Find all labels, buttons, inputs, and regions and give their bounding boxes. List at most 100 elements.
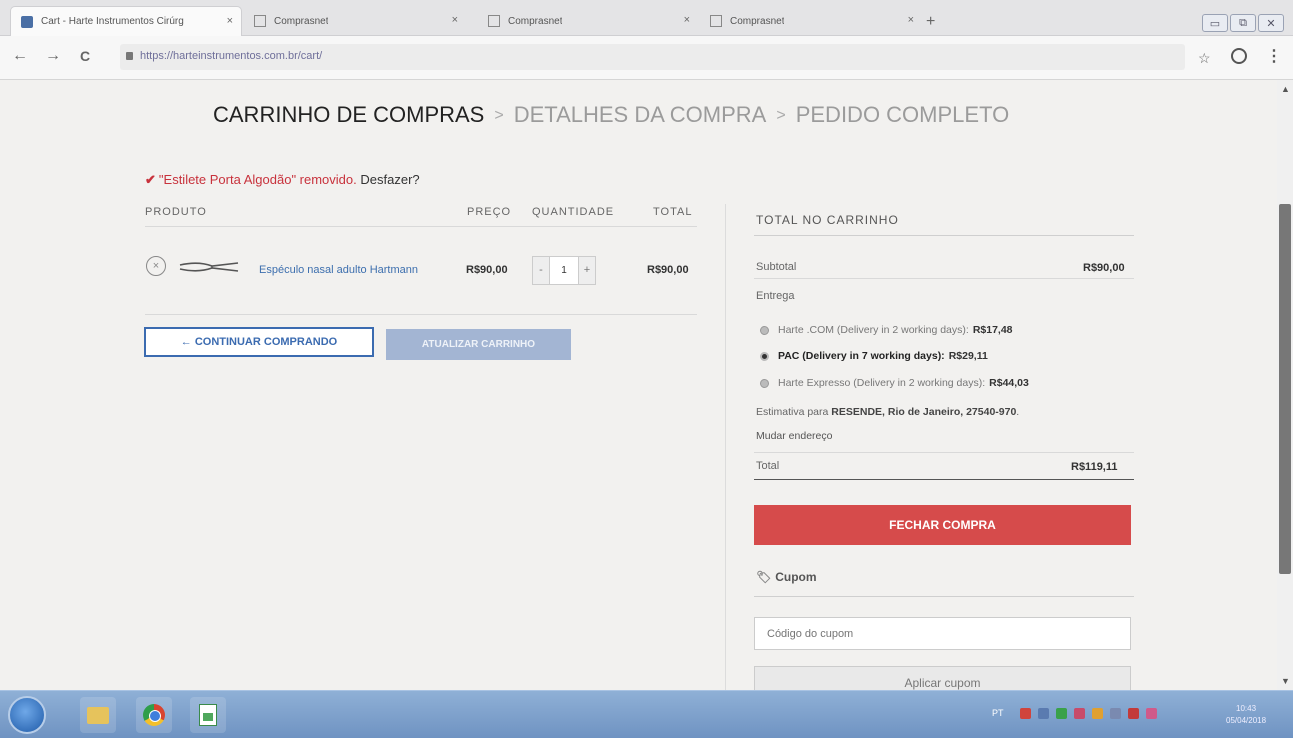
qty-decrement-button[interactable]: - <box>533 257 549 284</box>
tab-comprasnet-3[interactable]: Comprasnet × <box>700 6 922 36</box>
quantity-stepper: - + <box>532 256 596 285</box>
shipping-option[interactable]: Harte Expresso (Delivery in 2 working da… <box>760 377 1029 389</box>
site-favicon-icon <box>21 15 33 28</box>
close-window-button[interactable]: ✕ <box>1258 14 1284 32</box>
estimate-prefix: Estimativa para <box>756 406 829 418</box>
minimize-button[interactable]: ▭ <box>1202 14 1228 32</box>
remove-item-icon[interactable]: × <box>146 256 166 276</box>
change-address-link[interactable]: Mudar endereço <box>756 430 832 442</box>
estimate-suffix: . <box>1016 406 1020 418</box>
cart-totals-title: TOTAL NO CARRINHO <box>756 213 899 227</box>
step-separator-icon: > <box>494 107 504 124</box>
back-button[interactable]: ← <box>12 48 28 64</box>
tray-icon[interactable] <box>1128 708 1139 719</box>
qty-increment-button[interactable]: + <box>579 257 595 284</box>
browser-tab-strip: Cart - Harte Instrumentos Cirúrg × Compr… <box>0 0 1293 36</box>
tab-comprasnet-2[interactable]: Comprasnet × <box>478 6 698 36</box>
undo-link[interactable]: Desfazer? <box>360 172 419 187</box>
radio-button-checked[interactable] <box>760 351 769 361</box>
tray-icon[interactable] <box>1092 708 1103 719</box>
chrome-icon <box>143 704 165 726</box>
address-bar[interactable]: https://harteinstrumentos.com.br/cart/ <box>120 44 1185 70</box>
coupon-divider <box>754 596 1134 597</box>
tab-close-icon[interactable]: × <box>452 14 458 26</box>
tray-icon[interactable] <box>1146 708 1157 719</box>
checkout-button[interactable]: FECHAR COMPRA <box>754 505 1131 545</box>
browser-menu-icon[interactable]: ⋮ <box>1266 46 1282 66</box>
step-details[interactable]: DETALHES DA COMPRA <box>514 102 767 127</box>
scroll-down-icon[interactable]: ▼ <box>1281 676 1290 686</box>
tray-icon[interactable] <box>1056 708 1067 719</box>
step-cart[interactable]: CARRINHO DE COMPRAS <box>213 102 484 127</box>
header-quantity: QUANTIDADE <box>532 206 615 218</box>
taskbar-spreadsheet[interactable] <box>190 697 226 733</box>
language-indicator[interactable]: PT <box>992 708 1004 718</box>
tray-icon[interactable] <box>1020 708 1031 719</box>
step-complete: PEDIDO COMPLETO <box>795 102 1010 127</box>
taskbar-chrome[interactable] <box>136 697 172 733</box>
page-scrollbar[interactable]: ▲ ▼ <box>1277 80 1293 690</box>
coupon-heading: 🏷 Cupom <box>756 570 817 584</box>
start-button-icon[interactable] <box>8 696 46 734</box>
total-value: R$119,11 <box>1071 461 1118 473</box>
tag-icon: 🏷 <box>756 570 772 584</box>
tab-title: Comprasnet <box>274 15 329 27</box>
step-separator-icon: > <box>776 107 786 124</box>
tab-title: Cart - Harte Instrumentos Cirúrg <box>41 16 184 27</box>
shipping-option-selected[interactable]: PAC (Delivery in 7 working days): R$29,1… <box>760 350 988 362</box>
new-tab-button[interactable]: + <box>926 14 935 30</box>
shipping-divider <box>754 452 1134 453</box>
product-thumbnail[interactable] <box>178 260 240 274</box>
shipping-option-label: PAC (Delivery in 7 working days): <box>778 350 945 362</box>
estimate-location: RESENDE, Rio de Janeiro, 27540-970 <box>831 406 1017 418</box>
item-price: R$90,00 <box>466 264 508 276</box>
tab-close-icon[interactable]: × <box>684 14 690 26</box>
shipping-option-label: Harte .COM (Delivery in 2 working days): <box>778 324 969 336</box>
spreadsheet-icon <box>199 704 217 726</box>
checkout-steps: CARRINHO DE COMPRAS > DETALHES DA COMPRA > P… <box>213 102 1009 128</box>
page-icon <box>710 15 722 27</box>
lock-icon <box>126 52 133 60</box>
removed-notice: ✔ "Estilete Porta Algodão" removido. Desf… <box>145 172 420 188</box>
subtotal-label: Subtotal <box>756 261 797 273</box>
subtotal-value: R$90,00 <box>1083 262 1125 274</box>
tray-icon[interactable] <box>1110 708 1121 719</box>
shipping-option[interactable]: Harte .COM (Delivery in 2 working days):… <box>760 324 1013 336</box>
product-name-link[interactable]: Espéculo nasal adulto Hartmann <box>259 264 418 276</box>
apply-coupon-button[interactable]: Aplicar cupom <box>754 666 1131 690</box>
clock-time: 10:43 <box>1236 704 1257 713</box>
system-clock[interactable]: 10:43 05/04/2018 <box>1226 703 1266 727</box>
row-divider <box>145 314 697 315</box>
tab-close-icon[interactable]: × <box>227 15 233 27</box>
update-cart-button[interactable]: ATUALIZAR CARRINHO <box>386 329 571 360</box>
tray-icon[interactable] <box>1038 708 1049 719</box>
item-total: R$90,00 <box>647 264 689 276</box>
tab-comprasnet-1[interactable]: Comprasnet × <box>244 6 466 36</box>
continue-shopping-button[interactable]: ← CONTINUAR COMPRANDO <box>144 327 374 357</box>
check-icon: ✔ <box>145 172 156 187</box>
radio-button[interactable] <box>760 325 769 335</box>
radio-button[interactable] <box>760 378 769 388</box>
header-divider <box>145 226 697 227</box>
bookmark-star-icon[interactable]: ☆ <box>1198 50 1211 67</box>
coupon-title: Cupom <box>775 570 817 584</box>
tab-close-icon[interactable]: × <box>908 14 914 26</box>
coupon-code-input[interactable] <box>754 617 1131 650</box>
total-label: Total <box>756 460 780 472</box>
reload-button[interactable]: C <box>80 48 90 64</box>
scroll-up-icon[interactable]: ▲ <box>1281 84 1290 94</box>
shipping-option-price: R$44,03 <box>989 377 1029 389</box>
page-icon <box>254 15 266 27</box>
qty-input[interactable] <box>549 257 579 284</box>
restore-button[interactable]: ⧉ <box>1230 14 1256 32</box>
clock-date: 05/04/2018 <box>1226 716 1267 725</box>
scrollbar-thumb[interactable] <box>1279 204 1291 574</box>
url-text: https://harteinstrumentos.com.br/cart/ <box>140 50 323 62</box>
page-icon <box>488 15 500 27</box>
forward-button[interactable]: → <box>45 48 61 64</box>
account-icon[interactable] <box>1231 48 1247 64</box>
tray-icon[interactable] <box>1074 708 1085 719</box>
tab-cart[interactable]: Cart - Harte Instrumentos Cirúrg × <box>10 6 242 36</box>
taskbar-explorer[interactable] <box>80 697 116 733</box>
os-taskbar: PT 10:43 05/04/2018 <box>0 690 1293 738</box>
